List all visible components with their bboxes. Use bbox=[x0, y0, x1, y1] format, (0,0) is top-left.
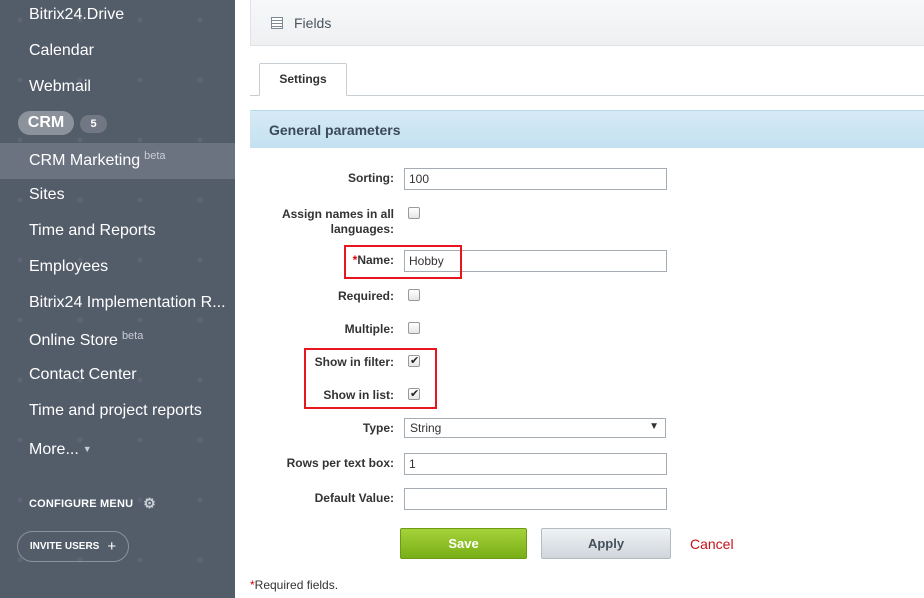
sidebar-item-label: More... bbox=[29, 441, 79, 458]
tab-settings[interactable]: Settings bbox=[259, 63, 347, 96]
list-icon bbox=[271, 17, 283, 29]
sidebar-item-label: Online Store bbox=[29, 332, 118, 349]
highlight-box-visibility bbox=[304, 348, 437, 409]
required-fields-text: Required fields. bbox=[254, 578, 339, 592]
sidebar-item-label: Sites bbox=[29, 186, 65, 203]
sidebar-item-contact-center[interactable]: Contact Center bbox=[29, 366, 137, 384]
sidebar-item-label: CRM bbox=[27, 114, 65, 131]
invite-users-button[interactable]: INVITE USERS + bbox=[17, 531, 129, 562]
crm-counter-badge: 5 bbox=[80, 115, 107, 133]
sidebar-item-label: Webmail bbox=[29, 78, 91, 95]
default-value-input[interactable] bbox=[404, 488, 667, 510]
assign-names-label: Assign names in all languages: bbox=[282, 207, 394, 237]
assign-names-label-line2: languages: bbox=[330, 222, 394, 236]
required-label: Required: bbox=[337, 289, 394, 303]
page-header: Fields bbox=[250, 0, 924, 46]
sidebar-item-drive[interactable]: Bitrix24.Drive bbox=[29, 6, 124, 24]
save-button[interactable]: Save bbox=[400, 528, 527, 559]
type-select-value: String bbox=[410, 421, 442, 435]
section-header: General parameters bbox=[250, 110, 924, 148]
sidebar-item-more[interactable]: More... ▼ bbox=[29, 441, 92, 459]
sidebar-item-crm[interactable]: CRM bbox=[18, 111, 74, 135]
sidebar-item-project-reports[interactable]: Time and project reports bbox=[29, 402, 202, 420]
sorting-label: Sorting: bbox=[348, 171, 394, 185]
sidebar-item-sites[interactable]: Sites bbox=[29, 186, 65, 204]
sidebar-item-label: CRM Marketing bbox=[29, 152, 141, 169]
sidebar-item-crm-marketing[interactable]: CRM Marketing beta bbox=[29, 150, 166, 170]
sidebar-item-calendar[interactable]: Calendar bbox=[29, 42, 94, 60]
sidebar-item-label: Employees bbox=[29, 258, 109, 275]
required-checkbox[interactable] bbox=[408, 289, 420, 301]
multiple-label: Multiple: bbox=[344, 322, 394, 336]
highlight-box-name bbox=[344, 245, 462, 279]
main-content: Fields Settings General parameters Sorti… bbox=[235, 0, 924, 598]
type-select[interactable]: String ▼ bbox=[404, 418, 666, 438]
sidebar-item-webmail[interactable]: Webmail bbox=[29, 78, 91, 96]
multiple-checkbox[interactable] bbox=[408, 322, 420, 334]
configure-menu-button[interactable]: CONFIGURE MENU ⚙ bbox=[29, 495, 156, 512]
page-title: Fields bbox=[294, 15, 332, 31]
sidebar-item-implementation[interactable]: Bitrix24 Implementation R... bbox=[29, 294, 226, 312]
beta-tag: beta bbox=[144, 150, 166, 162]
configure-menu-label: CONFIGURE MENU bbox=[29, 497, 134, 510]
beta-tag: beta bbox=[121, 330, 144, 342]
rows-per-text-box-label: Rows per text box: bbox=[286, 456, 394, 470]
assign-names-checkbox[interactable] bbox=[408, 207, 420, 219]
cancel-link[interactable]: Cancel bbox=[690, 536, 734, 552]
sidebar: Bitrix24.Drive Calendar Webmail CRM 5 CR… bbox=[0, 0, 235, 598]
invite-users-label: INVITE USERS bbox=[29, 541, 100, 552]
default-value-label: Default Value: bbox=[314, 491, 394, 505]
tabs-divider bbox=[250, 95, 924, 96]
gear-icon: ⚙ bbox=[143, 495, 157, 511]
sidebar-item-label: Time and Reports bbox=[29, 222, 156, 239]
plus-icon: + bbox=[107, 538, 117, 555]
sidebar-item-employees[interactable]: Employees bbox=[29, 258, 108, 276]
sidebar-item-label: Bitrix24 Implementation R... bbox=[29, 294, 226, 311]
sidebar-item-label: Time and project reports bbox=[29, 402, 202, 419]
sidebar-item-label: Calendar bbox=[29, 42, 94, 59]
rows-per-text-box-input[interactable] bbox=[404, 453, 667, 475]
sidebar-item-online-store[interactable]: Online Store beta bbox=[29, 330, 143, 350]
assign-names-label-line1: Assign names in all bbox=[281, 207, 394, 221]
sorting-input[interactable] bbox=[404, 168, 667, 190]
chevron-down-icon: ▼ bbox=[82, 444, 92, 454]
sidebar-item-label: Bitrix24.Drive bbox=[29, 6, 125, 23]
apply-button[interactable]: Apply bbox=[541, 528, 671, 559]
dropdown-arrow-icon: ▼ bbox=[649, 421, 659, 432]
type-label: Type: bbox=[362, 421, 394, 435]
required-fields-note: *Required fields. bbox=[250, 578, 338, 592]
sidebar-item-time-reports[interactable]: Time and Reports bbox=[29, 222, 156, 240]
sidebar-item-label: Contact Center bbox=[29, 366, 137, 383]
section-title: General parameters bbox=[269, 122, 401, 138]
